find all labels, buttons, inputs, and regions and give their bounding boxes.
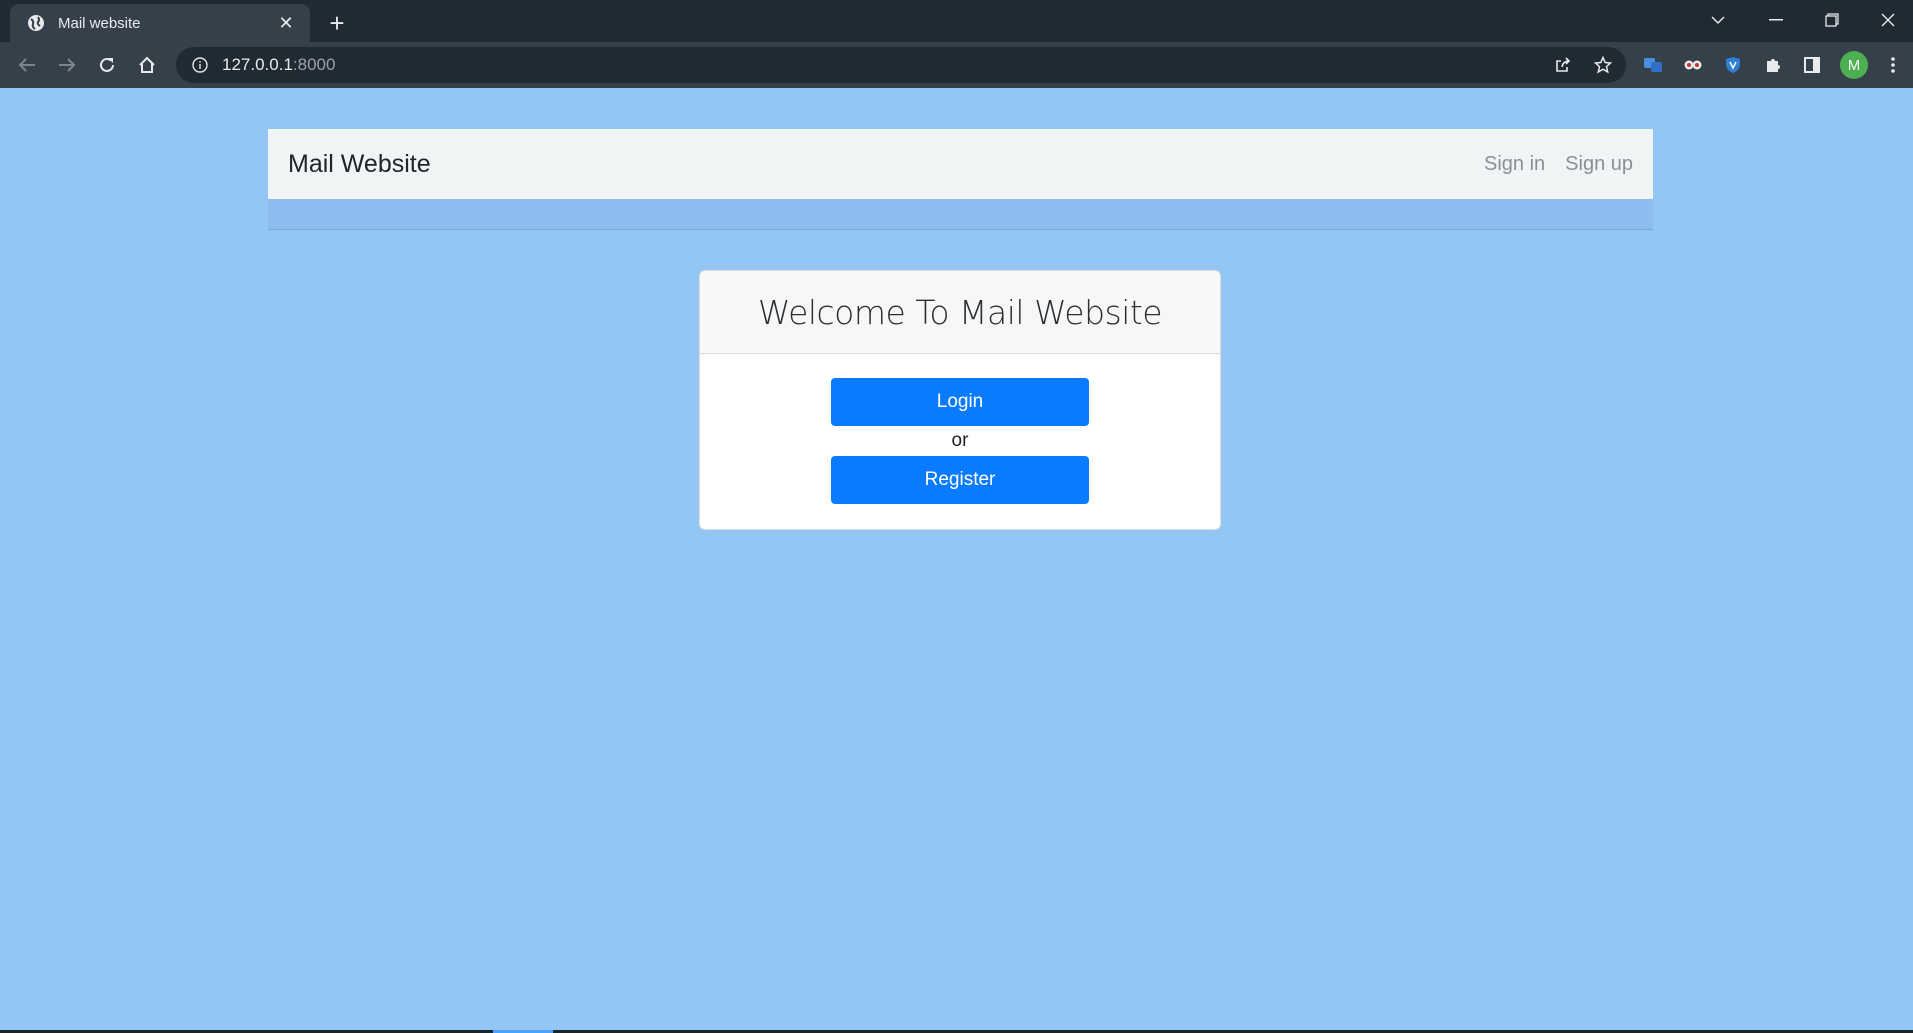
tab-title: Mail website bbox=[58, 14, 141, 32]
url-host: 127.0.0.1 bbox=[222, 55, 293, 74]
or-separator: or bbox=[951, 430, 969, 451]
browser-tab-bar: Mail website ✕ + bbox=[0, 0, 1913, 42]
extensions-puzzle-icon[interactable] bbox=[1758, 50, 1788, 80]
reload-icon[interactable] bbox=[92, 50, 122, 80]
minimize-icon[interactable] bbox=[1748, 0, 1804, 40]
welcome-card: Welcome To Mail Website Login or Registe… bbox=[699, 270, 1221, 530]
welcome-title: Welcome To Mail Website bbox=[757, 292, 1163, 332]
browser-toolbar: 127.0.0.1:8000 M bbox=[0, 42, 1913, 88]
close-window-icon[interactable] bbox=[1860, 0, 1913, 40]
url-port: :8000 bbox=[292, 55, 336, 74]
sign-in-link[interactable]: Sign in bbox=[1484, 153, 1545, 176]
navbar-links: Sign in Sign up bbox=[1484, 153, 1633, 176]
forward-icon[interactable] bbox=[52, 50, 82, 80]
sign-up-link[interactable]: Sign up bbox=[1565, 153, 1633, 176]
register-button[interactable]: Register bbox=[831, 456, 1089, 504]
home-icon[interactable] bbox=[132, 50, 162, 80]
profile-avatar[interactable]: M bbox=[1840, 51, 1868, 79]
tab-search-icon[interactable] bbox=[1690, 0, 1746, 40]
login-button[interactable]: Login bbox=[831, 378, 1089, 426]
card-body: Login or Register bbox=[700, 354, 1220, 504]
bookmark-star-icon[interactable] bbox=[1588, 50, 1618, 80]
globe-icon bbox=[26, 13, 46, 33]
site-navbar: Mail Website Sign in Sign up bbox=[268, 129, 1653, 199]
restore-icon[interactable] bbox=[1804, 0, 1860, 40]
info-icon[interactable] bbox=[190, 55, 210, 75]
new-tab-icon[interactable]: + bbox=[322, 8, 352, 38]
owl-extension-icon[interactable] bbox=[1678, 50, 1708, 80]
side-panel-icon[interactable] bbox=[1797, 50, 1827, 80]
address-bar[interactable]: 127.0.0.1:8000 bbox=[176, 47, 1626, 83]
translate-extension-icon[interactable] bbox=[1638, 50, 1668, 80]
navbar-brand[interactable]: Mail Website bbox=[288, 150, 431, 179]
navbar-strip bbox=[268, 199, 1653, 230]
close-tab-icon[interactable]: ✕ bbox=[276, 13, 296, 33]
shield-extension-icon[interactable] bbox=[1718, 50, 1748, 80]
browser-tab[interactable]: Mail website ✕ bbox=[10, 4, 310, 42]
menu-kebab-icon[interactable] bbox=[1878, 50, 1908, 80]
card-header: Welcome To Mail Website bbox=[700, 271, 1220, 354]
url-text: 127.0.0.1:8000 bbox=[222, 55, 335, 75]
back-icon[interactable] bbox=[12, 50, 42, 80]
share-icon[interactable] bbox=[1548, 50, 1578, 80]
